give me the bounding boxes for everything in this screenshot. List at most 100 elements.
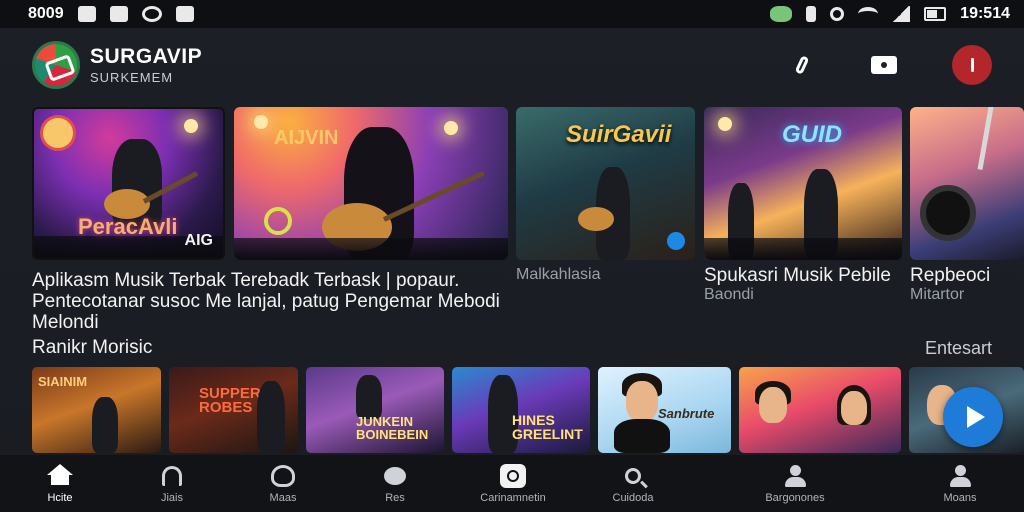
- musician-figure: [92, 397, 118, 453]
- nav-label: Res: [385, 491, 405, 504]
- album-caption: Sanbrute: [658, 406, 715, 421]
- photo-icon: [175, 6, 194, 22]
- album-card[interactable]: SUPPER ROBES: [169, 367, 298, 453]
- bluetooth-icon: [806, 6, 817, 22]
- featured-card[interactable]: PeracAvli AIG: [32, 107, 225, 260]
- app-notification-icon: [109, 6, 128, 22]
- featured-subtitle: Malkahlasia: [516, 266, 601, 283]
- artist-face: [759, 387, 787, 423]
- artist-suit: [614, 419, 670, 453]
- microphone-icon: [794, 55, 810, 75]
- channel-badge-icon: [40, 115, 76, 151]
- status-time: 8009: [28, 5, 64, 22]
- musician-figure: [356, 375, 382, 419]
- nav-label: Bargonones: [765, 491, 825, 504]
- headphones-icon: [270, 464, 296, 488]
- stat-icon: [159, 464, 185, 488]
- album-card[interactable]: JUNKEIN BOINEBEIN: [306, 367, 444, 453]
- thumbnail-caption: PeracAvli: [78, 214, 178, 239]
- section-title: Ranikr Morisic: [32, 337, 153, 358]
- thumbnail-caption: AIJVIN: [274, 127, 339, 149]
- featured-thumbnail[interactable]: PeracAvli AIG: [32, 107, 225, 260]
- alarm-icon: [830, 7, 845, 21]
- app-name: SURGAVIP: [90, 45, 203, 68]
- nav-maps[interactable]: Maas: [253, 455, 313, 512]
- nav-account[interactable]: Bargonones: [758, 455, 832, 512]
- center-icon: [500, 463, 526, 488]
- nav-res[interactable]: Res: [365, 455, 425, 512]
- thumbnail-badge: AIG: [184, 232, 213, 249]
- featured-thumbnail[interactable]: AIJVIN: [234, 107, 508, 260]
- featured-row: PeracAvli AIG AIJVIN SuirGavii Malkahlas…: [32, 107, 1024, 333]
- featured-thumbnail[interactable]: [910, 107, 1024, 260]
- nav-center[interactable]: Carinamnetin: [468, 455, 558, 512]
- mic-button[interactable]: [782, 45, 822, 85]
- album-caption: HINES GREELINT: [512, 412, 583, 442]
- cast-icon: [871, 56, 897, 74]
- brand: SURGAVIP SURKEMEM: [90, 45, 202, 85]
- wifi-icon: [858, 7, 879, 21]
- nav-stats[interactable]: Jiais: [142, 455, 202, 512]
- recommended-row: SIAINIM SUPPER ROBES JUNKEIN BOINEBEIN H…: [32, 367, 1024, 453]
- featured-subtitle: Mitartor: [910, 286, 965, 303]
- play-mini-icon[interactable]: [667, 232, 685, 250]
- artist-face: [841, 391, 867, 425]
- featured-thumbnail[interactable]: GUID: [704, 107, 902, 260]
- featured-card[interactable]: Repbeoci Mitartor: [910, 107, 1024, 304]
- nav-label: Carinamnetin: [480, 491, 546, 504]
- battery-icon: [924, 7, 947, 21]
- cloud-icon: [770, 6, 793, 22]
- crowd-shade: [234, 238, 508, 260]
- album-card[interactable]: [739, 367, 901, 453]
- user-icon: [947, 464, 973, 488]
- album-card[interactable]: SIAINIM: [32, 367, 161, 453]
- nav-label: Maas: [269, 491, 297, 504]
- stage-light-icon: [254, 115, 268, 129]
- notification-icon: [77, 6, 96, 22]
- featured-title: Aplikasm Musik Terbak Terebadk Terbask |…: [32, 270, 500, 333]
- vinyl-record-icon: [920, 185, 976, 241]
- featured-thumbnail[interactable]: SuirGavii: [516, 107, 695, 260]
- nav-home[interactable]: Hcite: [30, 455, 90, 512]
- album-card[interactable]: Sanbrute: [598, 367, 731, 453]
- thumbnail-caption: SuirGavii: [566, 121, 672, 148]
- thumbnail-caption: GUID: [782, 121, 842, 148]
- see-all-link[interactable]: Entesart: [925, 338, 992, 359]
- guitar-neck: [977, 107, 997, 170]
- chat-icon: [141, 6, 162, 22]
- section-header: Ranikr Morisic Entesart: [32, 337, 992, 359]
- app-header: SURGAVIP SURKEMEM: [0, 28, 1024, 102]
- bubble-icon: [382, 464, 408, 488]
- stage-light-icon: [184, 119, 198, 133]
- featured-card[interactable]: SuirGavii Malkahlasia: [516, 107, 695, 284]
- cast-button[interactable]: [864, 45, 904, 85]
- signal-icon: [892, 6, 911, 22]
- home-icon: [47, 464, 73, 488]
- featured-card[interactable]: AIJVIN: [234, 107, 508, 260]
- nav-label: Jiais: [160, 491, 183, 504]
- nav-label: Moans: [943, 491, 977, 504]
- artist-face: [626, 381, 658, 421]
- status-time-right: 19:514: [960, 5, 1010, 22]
- featured-card[interactable]: GUID Spukasri Musik Pebile Baondi: [704, 107, 902, 304]
- app-logo[interactable]: [32, 41, 80, 89]
- status-bar: 8009 19:514: [0, 0, 1024, 28]
- status-right: 19:514: [770, 5, 1010, 23]
- play-button[interactable]: [943, 387, 1003, 447]
- status-left: 8009: [28, 5, 194, 23]
- featured-subtitle: Baondi: [704, 286, 754, 303]
- nav-more[interactable]: Moans: [930, 455, 990, 512]
- musician-figure: [257, 381, 285, 453]
- album-card[interactable]: HINES GREELINT: [452, 367, 590, 453]
- guitar-icon: [578, 207, 614, 231]
- profile-icon: [970, 58, 974, 72]
- app-root: 8009 19:514 SURGAVIP SURKEMEM PeracAvli …: [0, 0, 1024, 512]
- album-caption: JUNKEIN BOINEBEIN: [356, 414, 429, 442]
- stage-light-icon: [718, 117, 732, 131]
- crowd-shade: [704, 238, 902, 260]
- target-icon: [264, 207, 292, 235]
- nav-search[interactable]: Cuidoda: [603, 455, 663, 512]
- bottom-navigation: Hcite Jiais Maas Res Carinamnetin Cuidod…: [0, 455, 1024, 512]
- profile-button[interactable]: [952, 45, 992, 85]
- featured-title: Spukasri Musik Pebile: [704, 265, 891, 286]
